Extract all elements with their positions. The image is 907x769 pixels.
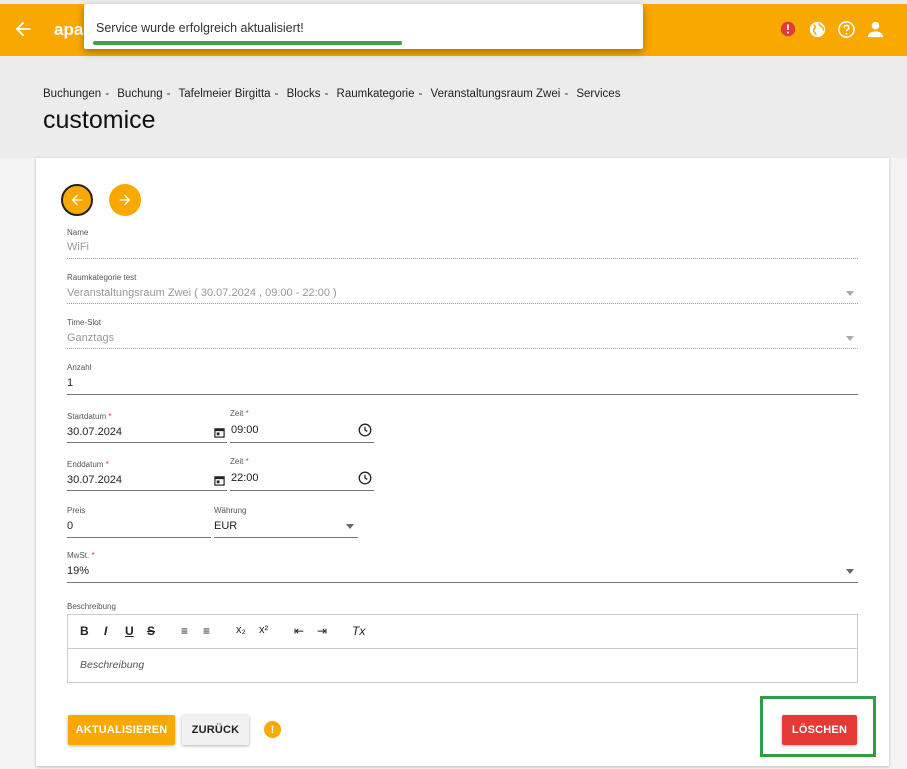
outdent-button[interactable]: ⇤: [294, 624, 304, 638]
strikethrough-button[interactable]: S: [147, 624, 155, 638]
service-form-card: Name WiFi Raumkategorie test Veranstaltu…: [36, 158, 889, 766]
back-button[interactable]: ZURÜCK: [182, 715, 249, 745]
breadcrumb-item[interactable]: Buchungen: [43, 88, 101, 100]
italic-button[interactable]: I: [104, 624, 107, 638]
arrow-left-icon: [71, 194, 83, 206]
chevron-down-icon: [846, 336, 854, 341]
breadcrumb: Buchungen - Buchung - Tafelmeier Birgitta -…: [43, 88, 621, 100]
raumkategorie-underline: [67, 303, 858, 304]
clock-icon[interactable]: [358, 471, 372, 485]
toast-progress-bar: [93, 41, 402, 45]
preis-input[interactable]: 0: [67, 520, 73, 532]
app-brand: apa: [54, 20, 84, 39]
beschreibung-label: Beschreibung: [67, 602, 116, 611]
mwst-underline: [67, 582, 858, 583]
next-button[interactable]: [109, 184, 141, 216]
breadcrumb-item[interactable]: Services: [576, 88, 620, 100]
startzeit-underline: [230, 442, 374, 443]
mwst-label: MwSt. *: [67, 551, 95, 560]
subscript-button[interactable]: x₂: [236, 624, 246, 636]
page-title: customice: [43, 106, 156, 134]
bullet-list-button[interactable]: ≡: [203, 624, 210, 638]
rich-text-editor: B I U S ≡ ≡ x₂ x² ⇤ ⇥ Tx Beschreibung: [67, 614, 858, 683]
enddatum-input[interactable]: 30.07.2024: [67, 474, 122, 486]
user-icon[interactable]: [865, 19, 885, 39]
editor-toolbar: B I U S ≡ ≡ x₂ x² ⇤ ⇥ Tx: [68, 615, 857, 649]
info-icon[interactable]: !: [264, 721, 281, 738]
calendar-icon[interactable]: [214, 427, 225, 438]
preis-label: Preis: [67, 506, 86, 515]
name-underline: [67, 258, 858, 259]
beschreibung-editor[interactable]: Beschreibung: [80, 659, 144, 671]
startdatum-label: Startdatum *: [67, 412, 112, 421]
success-toast: Service wurde erfolgreich aktualisiert!: [84, 4, 643, 49]
clock-icon[interactable]: [358, 423, 372, 437]
chevron-down-icon[interactable]: [346, 524, 354, 529]
breadcrumb-item[interactable]: Veranstaltungsraum Zwei: [431, 88, 561, 100]
superscript-button[interactable]: x²: [259, 624, 268, 636]
name-field: WiFi: [67, 241, 89, 253]
endzeit-label: Zeit *: [230, 457, 249, 466]
startdatum-input[interactable]: 30.07.2024: [67, 426, 122, 438]
anzahl-label: Anzahl: [67, 363, 92, 372]
globe-icon[interactable]: [807, 19, 827, 39]
enddatum-underline: [67, 490, 227, 491]
calendar-icon[interactable]: [214, 475, 225, 486]
breadcrumb-item[interactable]: Buchung: [117, 88, 162, 100]
update-button[interactable]: AKTUALISIEREN: [68, 715, 175, 745]
arrow-right-icon: [119, 194, 131, 206]
waehrung-underline: [214, 537, 358, 538]
chevron-down-icon[interactable]: [846, 569, 854, 574]
toast-message: Service wurde erfolgreich aktualisiert!: [96, 21, 304, 35]
breadcrumb-item[interactable]: Blocks: [287, 88, 321, 100]
underline-button[interactable]: U: [125, 624, 134, 638]
startzeit-input[interactable]: 09:00: [231, 424, 259, 436]
waehrung-label: Währung: [214, 506, 247, 515]
endzeit-underline: [230, 490, 374, 491]
alert-icon[interactable]: [778, 19, 798, 39]
endzeit-input[interactable]: 22:00: [231, 472, 259, 484]
arrow-back-icon[interactable]: [12, 18, 34, 40]
enddatum-label: Enddatum *: [67, 460, 109, 469]
raumkategorie-label: Raumkategorie test: [67, 273, 137, 282]
chevron-down-icon: [846, 291, 854, 296]
previous-button[interactable]: [61, 184, 93, 216]
ordered-list-button[interactable]: ≡: [181, 624, 188, 638]
mwst-select[interactable]: 19%: [67, 565, 89, 577]
timeslot-select: Ganztags: [67, 332, 115, 344]
raumkategorie-select: Veranstaltungsraum Zwei ( 30.07.2024 , 0…: [67, 287, 337, 299]
highlight-box: [760, 696, 876, 757]
preis-underline: [67, 537, 211, 538]
timeslot-label: Time-Slot: [67, 318, 101, 327]
name-label: Name: [67, 228, 89, 237]
startdatum-underline: [67, 442, 227, 443]
help-icon[interactable]: [836, 19, 856, 39]
bold-button[interactable]: B: [80, 624, 89, 638]
breadcrumb-item[interactable]: Tafelmeier Birgitta: [179, 88, 271, 100]
waehrung-select[interactable]: EUR: [214, 520, 237, 532]
timeslot-underline: [67, 348, 858, 349]
clear-format-button[interactable]: Tx: [352, 624, 365, 638]
anzahl-input[interactable]: 1: [67, 377, 73, 389]
indent-button[interactable]: ⇥: [317, 624, 327, 638]
startzeit-label: Zeit *: [230, 409, 249, 418]
anzahl-underline: [67, 394, 858, 395]
breadcrumb-item[interactable]: Raumkategorie: [337, 88, 415, 100]
